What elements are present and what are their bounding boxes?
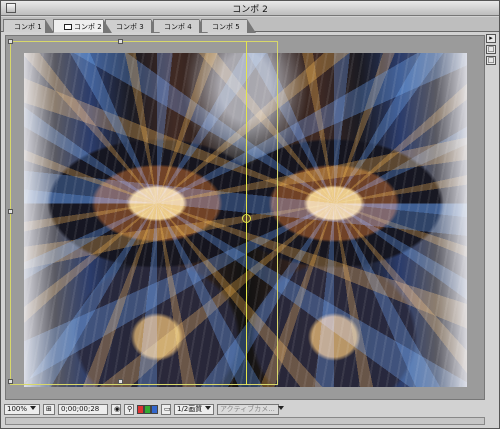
roi-icon: ▭ <box>164 405 171 413</box>
side-buttons: ▸ □ □ <box>486 34 496 67</box>
zoom-dropdown[interactable]: 100% <box>4 404 40 415</box>
camera-icon: ◉ <box>114 405 121 413</box>
tab-strip: コンポ 1 コンポ 2 コンポ 3 コンポ 4 コンポ 5 <box>1 17 499 33</box>
timecode-value: 0;00;00;28 <box>61 405 100 413</box>
tab-label: コンポ 5 <box>212 23 240 31</box>
horizontal-scrollbar[interactable] <box>5 417 485 425</box>
view-option-button-2[interactable]: □ <box>486 56 496 65</box>
active-camera-dropdown[interactable]: アクティブカメ... <box>217 404 284 415</box>
viewer-controls: 100% ⊞ 0;00;00;28 ◉ ⚲ ▭ 1/2画質 アクティブカメ... <box>4 404 496 416</box>
layer-bounds[interactable] <box>8 39 278 385</box>
tab-label: コンポ 4 <box>164 23 192 31</box>
grid-icon: ⊞ <box>46 405 52 413</box>
region-of-interest-button[interactable]: ▭ <box>161 404 171 415</box>
show-snapshot-button[interactable]: ⚲ <box>124 404 134 415</box>
handle-bottom-center[interactable] <box>118 379 123 384</box>
red-channel-button[interactable] <box>137 405 144 414</box>
snapshot-button[interactable]: ◉ <box>111 404 121 415</box>
anchor-point-icon[interactable] <box>242 214 251 223</box>
blue-channel-button[interactable] <box>151 405 158 414</box>
composition-window: コンポ 2 コンポ 1 コンポ 2 コンポ 3 コンポ 4 コンポ 5 ▸ □ … <box>0 0 500 429</box>
zoom-value: 100% <box>7 405 28 413</box>
tab-comp-1[interactable]: コンポ 1 <box>3 19 54 33</box>
tab-label: コンポ 2 <box>74 23 102 31</box>
chevron-down-icon <box>205 406 212 410</box>
tab-comp-4[interactable]: コンポ 4 <box>153 19 208 33</box>
chevron-down-icon <box>277 406 284 410</box>
view-option-button[interactable]: □ <box>486 45 496 54</box>
title-bar[interactable]: コンポ 2 <box>1 1 499 16</box>
handle-top-left[interactable] <box>8 39 13 44</box>
resolution-dropdown[interactable]: 1/2画質 <box>174 404 214 415</box>
tab-comp-5[interactable]: コンポ 5 <box>201 19 256 33</box>
chevron-down-icon <box>30 406 37 410</box>
camera-value: アクティブカメ... <box>220 405 275 413</box>
resolution-value: 1/2画質 <box>177 405 203 413</box>
handle-bottom-left[interactable] <box>8 379 13 384</box>
panel-menu-arrow-icon[interactable]: ▸ <box>486 34 496 43</box>
guide-line <box>246 41 247 385</box>
tab-label: コンポ 1 <box>14 23 42 31</box>
title-safe-button[interactable]: ⊞ <box>43 404 55 415</box>
composition-viewer[interactable] <box>5 35 485 400</box>
composition-icon <box>64 24 72 30</box>
person-icon: ⚲ <box>127 405 133 413</box>
handle-top-center[interactable] <box>118 39 123 44</box>
timecode-display[interactable]: 0;00;00;28 <box>58 404 108 415</box>
handle-middle-left[interactable] <box>8 209 13 214</box>
tab-comp-2[interactable]: コンポ 2 <box>53 19 112 33</box>
green-channel-button[interactable] <box>144 405 151 414</box>
window-title: コンポ 2 <box>232 5 268 15</box>
tab-label: コンポ 3 <box>116 23 144 31</box>
